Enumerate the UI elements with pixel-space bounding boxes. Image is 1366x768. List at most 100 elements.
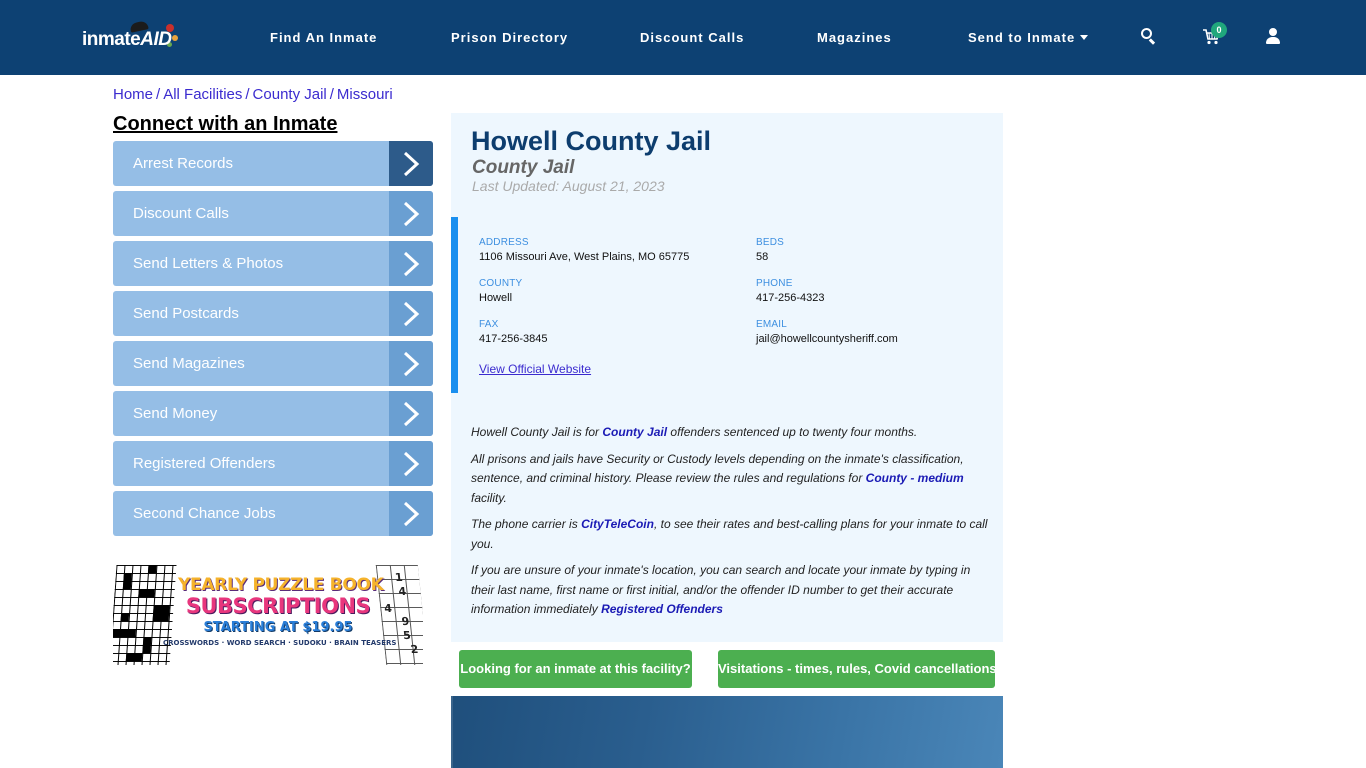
sudoku-digit: 4 [397, 585, 407, 598]
fax-field: FAX 417-256-3845 [479, 319, 548, 345]
logo-text-main: inmate [82, 29, 141, 50]
sudoku-digit: 4 [383, 602, 393, 615]
logo-leaf-icon [172, 35, 178, 41]
view-official-website-link[interactable]: View Official Website [479, 362, 591, 376]
sidebar-item-send-postcards[interactable]: Send Postcards [113, 291, 433, 336]
crossword-grid-graphic [113, 565, 177, 665]
chevron-right-icon [389, 441, 433, 486]
address-field: ADDRESS 1106 Missouri Ave, West Plains, … [479, 237, 689, 263]
nav-send-to-inmate[interactable]: Send to Inmate [968, 30, 1089, 45]
description-paragraph: The phone carrier is CityTeleCoin, to se… [471, 515, 996, 554]
chevron-right-icon [389, 391, 433, 436]
sidebar-item-send-letters-photos[interactable]: Send Letters & Photos [113, 241, 433, 286]
breadcrumb: Home / All Facilities / County Jail / Missouri [113, 86, 393, 103]
sidebar-item-label: Send Money [133, 405, 218, 422]
email-field: EMAIL jail@howellcountysheriff.com [756, 319, 898, 345]
county-field: COUNTY Howell [479, 278, 522, 304]
chevron-right-icon [389, 491, 433, 536]
sidebar-item-label: Discount Calls [133, 205, 229, 222]
citytelecoin-link[interactable]: CityTeleCoin [581, 517, 654, 531]
last-updated: Last Updated: August 21, 2023 [472, 178, 665, 194]
nav-label: Prison Directory [451, 30, 569, 45]
email-value: jail@howellcountysheriff.com [756, 333, 898, 345]
sudoku-digit: 2 [409, 643, 419, 656]
breadcrumb-home[interactable]: Home [113, 86, 153, 103]
photo-streak [451, 696, 453, 768]
county-jail-link[interactable]: County Jail [602, 425, 667, 439]
breadcrumb-separator: / [329, 86, 334, 103]
sidebar-item-send-magazines[interactable]: Send Magazines [113, 341, 433, 386]
search-icon[interactable] [1141, 28, 1157, 45]
sudoku-digit: 1 [394, 571, 404, 584]
ad-subheadline: SUBSCRIPTIONS [185, 594, 371, 618]
top-navbar: inmateAID Find An Inmate Prison Director… [0, 0, 1366, 75]
beds-value: 58 [756, 251, 769, 263]
sidebar-item-label: Send Magazines [133, 355, 245, 372]
nav-magazines[interactable]: Magazines [817, 30, 892, 45]
breadcrumb-county-jail[interactable]: County Jail [253, 86, 327, 103]
breadcrumb-all-facilities[interactable]: All Facilities [163, 86, 242, 103]
nav-label: Discount Calls [640, 30, 745, 45]
description-paragraph: All prisons and jails have Security or C… [471, 450, 996, 509]
facility-type: County Jail [472, 157, 575, 178]
facility-info-block: ADDRESS 1106 Missouri Ave, West Plains, … [451, 217, 1003, 393]
facility-photo [451, 696, 1003, 768]
description-paragraph: If you are unsure of your inmate's locat… [471, 561, 996, 620]
logo-text: inmateAID [82, 29, 172, 51]
county-value: Howell [479, 292, 513, 304]
breadcrumb-missouri[interactable]: Missouri [337, 86, 393, 103]
sidebar-item-label: Registered Offenders [133, 455, 276, 472]
logo-text-accent: AID [140, 29, 172, 50]
chevron-right-icon [389, 191, 433, 236]
sidebar-menu: Arrest Records Discount Calls Send Lette… [113, 141, 433, 541]
sidebar-item-label: Send Postcards [133, 305, 239, 322]
nav-find-an-inmate[interactable]: Find An Inmate [270, 30, 377, 45]
chevron-right-icon [389, 291, 433, 336]
visitations-button[interactable]: Visitations - times, rules, Covid cancel… [718, 650, 997, 688]
description-paragraph: Howell County Jail is for County Jail of… [471, 423, 996, 443]
chevron-right-icon [389, 141, 433, 186]
email-label: EMAIL [756, 319, 788, 330]
ad-tagline: CROSSWORDS · WORD SEARCH · SUDOKU · BRAI… [163, 639, 397, 647]
ad-headline: YEARLY PUZZLE BOOK [178, 575, 384, 595]
chevron-right-icon [389, 241, 433, 286]
breadcrumb-separator: / [156, 86, 161, 103]
logo[interactable]: inmateAID [82, 20, 182, 54]
sidebar-item-second-chance-jobs[interactable]: Second Chance Jobs [113, 491, 433, 536]
facility-description: Howell County Jail is for County Jail of… [471, 423, 996, 627]
description-text: offenders sentenced up to twenty four mo… [667, 425, 918, 439]
chevron-right-icon [389, 341, 433, 386]
description-text: facility. [471, 490, 507, 505]
phone-field: PHONE 417-256-4323 [756, 278, 825, 304]
sidebar-item-label: Arrest Records [133, 155, 234, 172]
nav-prison-directory[interactable]: Prison Directory [451, 30, 568, 45]
user-icon[interactable] [1266, 28, 1280, 44]
nav-label: Send to Inmate [968, 30, 1076, 45]
fax-value: 417-256-3845 [479, 333, 548, 345]
description-text: Howell County Jail is for [471, 425, 603, 439]
county-label: COUNTY [479, 278, 523, 289]
nav-label: Magazines [817, 30, 892, 45]
sidebar-item-discount-calls[interactable]: Discount Calls [113, 191, 433, 236]
address-label: ADDRESS [479, 237, 529, 248]
address-value: 1106 Missouri Ave, West Plains, MO 65775 [479, 251, 690, 263]
nav-discount-calls[interactable]: Discount Calls [640, 30, 744, 45]
caret-down-icon [1080, 35, 1089, 40]
registered-offenders-link[interactable]: Registered Offenders [601, 602, 723, 616]
sudoku-digit: 5 [402, 629, 412, 642]
sidebar-item-registered-offenders[interactable]: Registered Offenders [113, 441, 433, 486]
beds-label: BEDS [756, 237, 785, 248]
ad-price: STARTING AT $19.95 [203, 620, 353, 635]
nav-label: Find An Inmate [270, 30, 378, 45]
sidebar-item-label: Second Chance Jobs [133, 505, 276, 522]
sidebar-item-arrest-records[interactable]: Arrest Records [113, 141, 433, 186]
sudoku-digit: 9 [401, 615, 411, 628]
description-text: The phone carrier is [471, 517, 582, 531]
county-medium-link[interactable]: County - medium [866, 471, 964, 485]
fax-label: FAX [479, 319, 499, 330]
phone-value: 417-256-4323 [756, 292, 825, 304]
phone-label: PHONE [756, 278, 793, 289]
puzzle-book-ad-banner[interactable]: 1 4 4 9 5 2 YEARLY PUZZLE BOOK SUBSCRIPT… [113, 565, 423, 665]
sidebar-item-send-money[interactable]: Send Money [113, 391, 433, 436]
looking-for-inmate-button[interactable]: Looking for an inmate at this facility? [459, 650, 692, 688]
